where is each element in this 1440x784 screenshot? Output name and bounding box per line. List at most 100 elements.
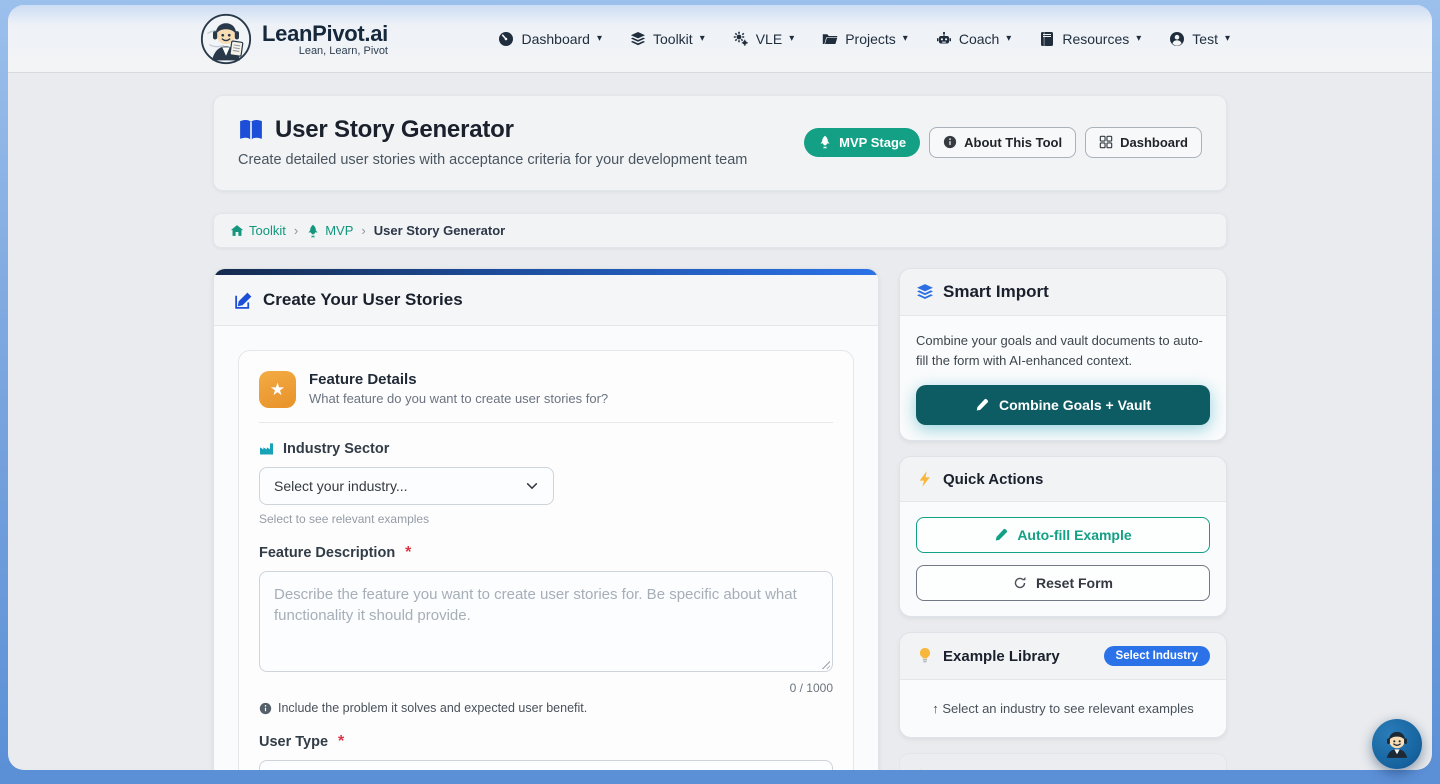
smart-import-text: Combine your goals and vault documents t… [916,331,1210,371]
nav-item-dashboard[interactable]: Dashboard [488,23,612,55]
speedometer-icon [498,31,514,47]
autofill-example-button[interactable]: Auto-fill Example [916,517,1210,553]
select-industry-badge[interactable]: Select Industry [1104,646,1210,666]
sidebar: Smart Import Combine your goals and vaul… [899,268,1227,770]
section-subtitle: What feature do you want to create user … [309,391,608,406]
reset-form-button[interactable]: Reset Form [916,565,1210,601]
breadcrumb-separator [294,223,298,238]
arrow-clockwise-icon [1013,576,1027,590]
robot-icon [936,31,952,47]
nav-item-test-user[interactable]: Test [1159,23,1240,55]
star-icon [270,381,285,398]
example-library-title: Example Library [943,648,1060,665]
nav-label: Projects [845,31,896,47]
nav-item-resources[interactable]: Resources [1029,23,1151,55]
page-title: User Story Generator [275,116,514,144]
breadcrumb-current: User Story Generator [374,223,506,238]
book-icon [1039,31,1055,47]
info-circle-icon [943,135,957,149]
dashboard-button-label: Dashboard [1120,135,1188,150]
nav-item-coach[interactable]: Coach [926,23,1022,55]
mascot-logo-icon [200,13,252,65]
nav-label: VLE [756,31,782,47]
page-header: User Story Generator Create detailed use… [213,95,1227,191]
lightning-icon [916,470,934,488]
page-subtitle: Create detailed user stories with accept… [238,152,747,168]
pen-icon [975,398,989,412]
description-helper: Include the problem it solves and expect… [278,701,587,715]
user-type-label: User Type [259,734,328,750]
nav-item-vle[interactable]: VLE [723,23,805,55]
industry-select[interactable]: Select your industry... [259,467,554,505]
feature-details-section: Feature Details What feature do you want… [238,350,854,770]
feature-description-textarea[interactable] [259,571,833,672]
combine-goals-vault-label: Combine Goals + Vault [999,397,1151,413]
required-mark: * [338,733,344,751]
top-navbar: LeanPivot.ai Lean, Learn, Pivot Dashboar… [8,5,1432,73]
example-library-card: Example Library Select Industry ↑ Select… [899,632,1227,738]
nav-item-projects[interactable]: Projects [812,23,918,55]
nav-item-toolkit[interactable]: Toolkit [620,23,715,55]
chevron-down-icon [525,479,539,493]
rocket-icon [306,224,320,238]
pen-icon [994,528,1008,542]
gears-icon [733,31,749,47]
chevron-down-icon [597,33,602,44]
combine-goals-vault-button[interactable]: Combine Goals + Vault [916,385,1210,425]
folder-icon [822,31,838,47]
mvp-stage-button[interactable]: MVP Stage [804,128,920,157]
feature-description-label: Feature Description [259,545,395,561]
about-this-tool-button[interactable]: About This Tool [929,127,1076,158]
industry-select-value: Select your industry... [274,478,408,494]
main-nav: Dashboard Toolkit VLE Projects [488,23,1240,55]
lightbulb-icon [914,769,927,770]
chevron-down-icon [1225,33,1230,44]
rocket-icon [818,135,832,149]
layers-icon [916,283,934,301]
nav-label: Toolkit [653,31,693,47]
brand-logo[interactable]: LeanPivot.ai Lean, Learn, Pivot [200,13,388,65]
smart-import-card: Smart Import Combine your goals and vaul… [899,268,1227,441]
industry-helper: Select to see relevant examples [259,512,833,526]
section-title: Feature Details [309,371,608,388]
breadcrumb-toolkit-link[interactable]: Toolkit [230,223,286,238]
brand-tagline: Lean, Learn, Pivot [299,45,388,57]
dashboard-button[interactable]: Dashboard [1085,127,1202,158]
up-arrow-icon: ↑ [932,701,939,716]
quick-actions-title: Quick Actions [943,471,1043,488]
quick-actions-card: Quick Actions Auto-fill Example Reset Fo… [899,456,1227,617]
grid-icon [1099,135,1113,149]
app-frame: LeanPivot.ai Lean, Learn, Pivot Dashboar… [8,5,1432,770]
nav-label: Test [1192,31,1218,47]
user-type-input[interactable] [259,760,833,770]
brand-name: LeanPivot.ai [262,21,388,47]
feature-details-badge [259,371,296,408]
tips-label: Tips: [930,769,960,770]
industry-sector-label: Industry Sector [283,441,389,457]
assistant-mascot-fab[interactable] [1372,719,1422,769]
book-open-icon [238,117,264,143]
smart-import-title: Smart Import [943,282,1049,302]
breadcrumb-toolkit-label: Toolkit [249,223,286,238]
example-library-empty-text: Select an industry to see relevant examp… [942,701,1193,716]
lightbulb-icon [916,647,934,665]
nav-label: Dashboard [521,31,590,47]
breadcrumb: Toolkit MVP User Story Generator [213,213,1227,248]
breadcrumb-separator [361,223,365,238]
user-stories-form-card: Create Your User Stories Feature Details… [213,268,879,770]
chevron-down-icon [700,33,705,44]
breadcrumb-mvp-label: MVP [325,223,353,238]
breadcrumb-mvp-link[interactable]: MVP [306,223,353,238]
home-icon [230,224,244,238]
tips-card: Tips: Focus on user value, not implement… [899,753,1227,770]
mascot-face-icon [1382,729,1412,759]
pencil-square-icon [234,291,253,310]
stack-icon [630,31,646,47]
person-circle-icon [1169,31,1185,47]
form-card-title: Create Your User Stories [263,290,463,310]
char-counter: 0 / 1000 [259,681,833,695]
mvp-stage-label: MVP Stage [839,135,906,150]
factory-icon [259,441,275,457]
chevron-down-icon [1136,33,1141,44]
required-mark: * [405,544,411,562]
